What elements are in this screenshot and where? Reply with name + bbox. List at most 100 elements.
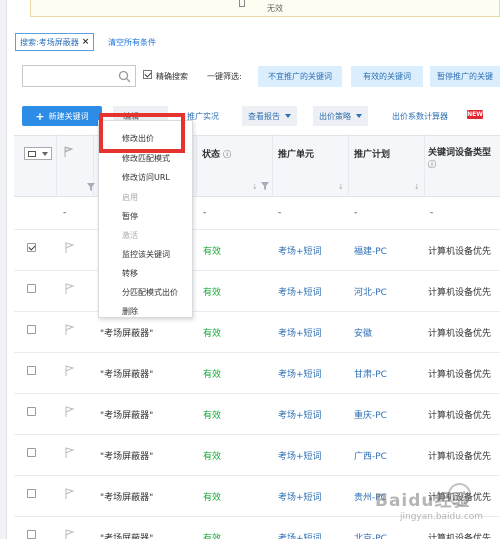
flag-icon[interactable] [64, 283, 75, 295]
bid-calculator-link[interactable]: 出价系数计算器 [392, 111, 448, 122]
row-kwtype: 计算机设备优先 [428, 370, 492, 380]
view-report-button[interactable]: 查看报告 [242, 106, 297, 126]
row-plan-link[interactable]: 重庆-PC [354, 408, 387, 421]
row-unit-link[interactable]: 考场+短词 [278, 367, 322, 380]
menu-item-pause[interactable]: 暂停 [122, 211, 138, 222]
summary-unit: - [278, 208, 282, 218]
flag-icon[interactable] [64, 447, 75, 459]
menu-item-transfer[interactable]: 转移 [122, 268, 138, 279]
bid-strategy-label: 出价策略 [319, 111, 351, 121]
flag-icon[interactable] [64, 365, 75, 377]
menu-item-monitor[interactable]: 监控该关键词 [122, 249, 170, 260]
chevron-down-icon [356, 114, 362, 118]
bid-strategy-button[interactable]: 出价策略 [313, 106, 368, 126]
row-unit-link[interactable]: 考场+短词 [278, 285, 322, 298]
row-kwtype: 计算机设备优先 [428, 247, 492, 257]
row-status: 有效 [203, 493, 222, 503]
row-plan-link[interactable]: 安徽 [354, 326, 372, 339]
row-checkbox[interactable] [27, 489, 36, 498]
row-keyword: "考场屏蔽器" [100, 493, 154, 503]
flag-icon[interactable] [64, 488, 75, 500]
row-keyword: "考场屏蔽器" [100, 534, 154, 539]
row-unit-link[interactable]: 考场+短词 [278, 490, 322, 503]
row-plan-link[interactable]: 甘肃-PC [354, 367, 387, 380]
new-keyword-button[interactable]: + 新建关键词 [22, 106, 102, 126]
quick-filter-unsuitable-button[interactable]: 不宜推广的关键词 [258, 66, 342, 87]
quick-filter-valid-button[interactable]: 有效的关键词 [351, 66, 423, 87]
filter-icon[interactable] [261, 182, 269, 190]
header-status[interactable]: 状态 ⓘ [202, 147, 231, 160]
row-unit-link[interactable]: 考场+短词 [278, 531, 322, 539]
row-keyword: "考场屏蔽器" [100, 452, 154, 462]
sort-icon[interactable]: ↓ [338, 183, 344, 191]
select-all-dropdown[interactable] [24, 147, 52, 160]
summary-kwtype: - [430, 208, 434, 218]
help-icon[interactable]: ⓘ [428, 160, 436, 169]
row-plan-link[interactable]: 河北-PC [354, 285, 387, 298]
row-plan-link[interactable]: 福建-PC [354, 244, 387, 257]
watermark-text: Baidu经验 [375, 491, 471, 511]
clear-all-link[interactable]: 清空所有条件 [108, 37, 156, 48]
row-plan-link[interactable]: 广西-PC [354, 449, 387, 462]
summary-status: - [203, 208, 207, 218]
help-icon[interactable]: ⓘ [223, 150, 231, 159]
sort-icon[interactable]: ↓ [252, 183, 258, 191]
header-status-label: 状态 [202, 150, 221, 160]
row-kwtype: 计算机设备优先 [428, 288, 492, 298]
watermark-url: jingyan.baidu.com [400, 512, 484, 522]
close-icon[interactable]: × [82, 37, 90, 47]
row-unit-link[interactable]: 考场+短词 [278, 244, 322, 257]
row-unit-link[interactable]: 考场+短词 [278, 408, 322, 421]
highlight-box [99, 113, 185, 153]
checkbox-icon [28, 151, 36, 157]
filter-icon[interactable] [87, 183, 95, 191]
row-checkbox[interactable] [27, 530, 36, 539]
header-kwtype-label: 关键词设备类型 [428, 148, 492, 158]
row-plan-link[interactable]: 北京-PC [354, 531, 387, 539]
chevron-down-icon [42, 152, 48, 156]
row-keyword: "考场屏蔽器" [100, 329, 154, 339]
flag-icon[interactable] [64, 242, 75, 254]
summary-row [14, 197, 500, 230]
filter-tag-label: 搜索:考场屏蔽器 [20, 37, 79, 47]
row-keyword: "考场屏蔽器" [100, 411, 154, 421]
row-checkbox[interactable] [27, 243, 36, 252]
flag-icon[interactable] [63, 146, 74, 158]
flag-icon[interactable] [64, 406, 75, 418]
chevron-down-icon [285, 114, 291, 118]
row-status: 有效 [203, 288, 222, 298]
row-checkbox[interactable] [27, 325, 36, 334]
row-checkbox[interactable] [27, 366, 36, 375]
summary-dash: - [63, 208, 67, 218]
row-keyword: "考场屏蔽器" [100, 370, 154, 380]
quick-filter-paused-button[interactable]: 暂停推广的关键 [430, 66, 500, 87]
row-checkbox[interactable] [27, 284, 36, 293]
menu-item-modify-url[interactable]: 修改访问URL [122, 172, 170, 183]
row-kwtype: 计算机设备优先 [428, 452, 492, 462]
exact-search-checkbox[interactable] [143, 70, 152, 79]
device-icon [239, 0, 245, 7]
header-plan[interactable]: 推广计划 [354, 147, 390, 160]
row-checkbox[interactable] [27, 448, 36, 457]
header-unit[interactable]: 推广单元 [278, 147, 314, 160]
row-kwtype: 计算机设备优先 [428, 411, 492, 421]
header-kwtype[interactable]: 关键词设备类型 ⓘ [428, 147, 496, 171]
search-filter-tag: 搜索:考场屏蔽器 × [15, 33, 95, 51]
row-status: 有效 [203, 534, 222, 539]
menu-item-match-bid[interactable]: 分匹配模式出价 [122, 287, 178, 298]
top-notice-text: 无效 [267, 4, 283, 13]
row-status: 有效 [203, 411, 222, 421]
row-checkbox[interactable] [27, 407, 36, 416]
sort-icon[interactable]: ↓ [414, 183, 420, 191]
menu-item-delete[interactable]: 删除 [122, 306, 138, 317]
flag-icon[interactable] [64, 324, 75, 336]
row-status: 有效 [203, 247, 222, 257]
summary-plan: - [354, 208, 358, 218]
top-notice: 无效 [30, 0, 500, 17]
row-unit-link[interactable]: 考场+短词 [278, 449, 322, 462]
row-unit-link[interactable]: 考场+短词 [278, 326, 322, 339]
menu-item-modify-match[interactable]: 修改匹配模式 [122, 153, 170, 164]
flag-icon[interactable] [64, 529, 75, 539]
search-icon[interactable] [118, 70, 131, 83]
search-input[interactable] [22, 65, 136, 87]
